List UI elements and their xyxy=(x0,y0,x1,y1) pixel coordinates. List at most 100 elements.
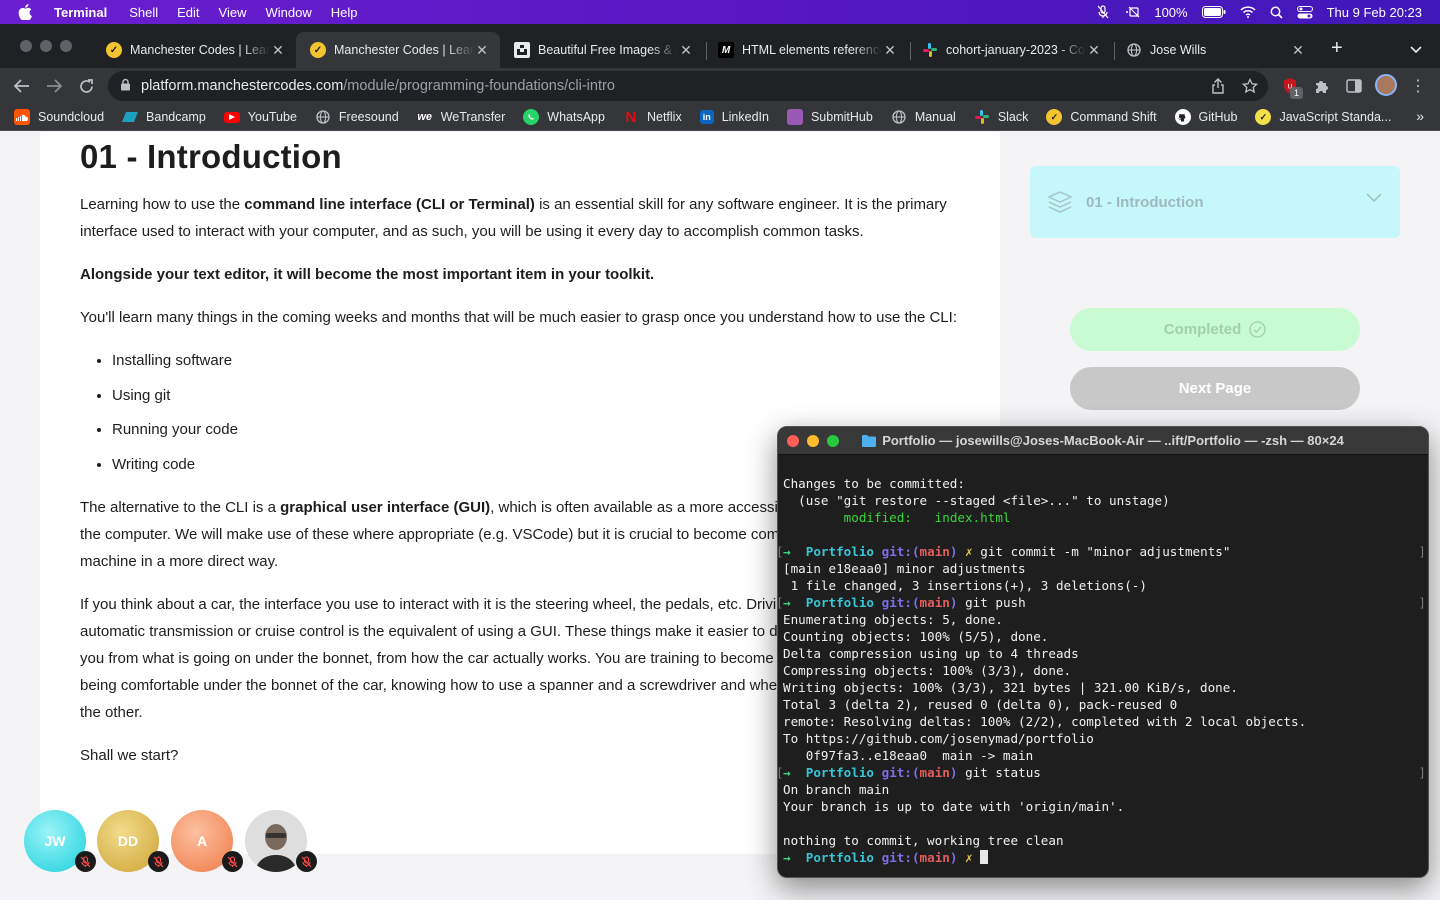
bookmark-javascript-standard[interactable]: ✓ JavaScript Standa... xyxy=(1255,109,1391,125)
terminal-text: (use "git restore --staged <file>..." to… xyxy=(783,493,1170,508)
browser-tab[interactable]: Beautiful Free Images & Pictures ✕ xyxy=(500,32,704,68)
lesson-select-dropdown[interactable]: 01 - Introduction xyxy=(1030,166,1400,238)
terminal-line: Writing objects: 100% (3/3), 321 bytes |… xyxy=(783,679,1428,696)
bookmark-manual[interactable]: Manual xyxy=(891,109,956,125)
globe-icon xyxy=(315,109,331,125)
terminal-titlebar[interactable]: Portfolio — josewills@Joses-MacBook-Air … xyxy=(778,427,1428,455)
menubar-clock[interactable]: Thu 9 Feb 20:23 xyxy=(1327,5,1422,20)
control-center-icon[interactable] xyxy=(1296,5,1313,19)
forward-arrow-icon[interactable] xyxy=(42,74,66,98)
profile-avatar[interactable] xyxy=(1375,74,1397,96)
next-page-button[interactable]: Next Page xyxy=(1070,367,1360,410)
completed-button[interactable]: Completed xyxy=(1070,308,1360,351)
bookmark-soundcloud[interactable]: Soundcloud xyxy=(14,109,104,125)
avatar-initials: A xyxy=(196,833,208,849)
participant-avatar-photo[interactable] xyxy=(245,810,317,872)
mic-muted-icon[interactable] xyxy=(296,851,317,872)
window-minimize-dot[interactable] xyxy=(40,40,52,52)
tab-close-icon[interactable]: ✕ xyxy=(270,42,286,59)
terminal-zoom-button[interactable] xyxy=(827,435,839,447)
tab-close-icon[interactable]: ✕ xyxy=(474,42,490,59)
list-item: Using git xyxy=(112,382,970,409)
menu-shell[interactable]: Shell xyxy=(129,5,158,20)
back-arrow-icon[interactable] xyxy=(10,74,34,98)
bookmark-freesound[interactable]: Freesound xyxy=(315,109,399,125)
apple-icon[interactable] xyxy=(18,4,36,20)
tab-search-chevron-icon[interactable] xyxy=(1410,41,1422,59)
menu-help[interactable]: Help xyxy=(331,5,358,20)
terminal-text: Enumerating objects: 5, done. xyxy=(783,612,1003,627)
bookmark-bandcamp[interactable]: Bandcamp xyxy=(122,109,206,125)
bookmark-star-icon[interactable] xyxy=(1240,76,1260,96)
prompt-dirty-marker: ✗ xyxy=(965,544,973,559)
mic-muted-icon[interactable] xyxy=(75,851,96,872)
browser-tab-active[interactable]: ✓ Manchester Codes | Learn ✕ xyxy=(296,32,500,68)
tab-close-icon[interactable]: ✕ xyxy=(678,42,694,59)
terminal-mark-bracket: [ xyxy=(778,764,784,781)
prompt-arrow-icon: → xyxy=(783,850,791,865)
terminal-title: Portfolio — josewills@Joses-MacBook-Air … xyxy=(882,433,1344,448)
kebab-menu-icon[interactable]: ⋮ xyxy=(1408,76,1428,96)
terminal-text: Compressing objects: 100% (3/3), done. xyxy=(783,663,1072,678)
battery-icon[interactable] xyxy=(1201,6,1226,18)
tab-close-icon[interactable]: ✕ xyxy=(882,42,898,59)
terminal-minimize-button[interactable] xyxy=(807,435,819,447)
participant-avatar-jw[interactable]: JW xyxy=(24,810,96,872)
bookmark-youtube[interactable]: YouTube xyxy=(223,110,297,124)
side-panel-icon[interactable] xyxy=(1344,76,1364,96)
paragraph-intro: Learning how to use the command line int… xyxy=(80,191,970,245)
bookmark-submithub[interactable]: SubmitHub xyxy=(786,109,873,125)
menu-window[interactable]: Window xyxy=(266,5,312,20)
browser-tab[interactable]: M HTML elements reference ✕ xyxy=(704,32,908,68)
bookmark-whatsapp[interactable]: WhatsApp xyxy=(523,109,605,125)
lock-icon[interactable] xyxy=(120,78,131,95)
extensions-puzzle-icon[interactable] xyxy=(1312,76,1332,96)
screen-record-icon[interactable] xyxy=(1124,6,1140,18)
mic-muted-icon[interactable] xyxy=(148,851,169,872)
terminal-output[interactable]: Changes to be committed: (use "git resto… xyxy=(778,455,1428,866)
address-bar[interactable]: platform.manchestercodes.com/module/prog… xyxy=(108,71,1268,101)
bookmark-github[interactable]: GitHub xyxy=(1174,109,1237,125)
terminal-window[interactable]: Portfolio — josewills@Joses-MacBook-Air … xyxy=(777,426,1429,878)
new-tab-plus-icon[interactable]: + xyxy=(1331,38,1343,58)
youtube-icon xyxy=(223,111,240,123)
terminal-close-button[interactable] xyxy=(787,435,799,447)
bookmark-label: Bandcamp xyxy=(146,110,206,124)
browser-tab[interactable]: Jose Wills ✕ xyxy=(1112,32,1316,68)
terminal-line: To https://github.com/josenymad/portfoli… xyxy=(783,730,1428,747)
bookmarks-overflow-icon[interactable]: » xyxy=(1416,108,1424,124)
mic-muted-icon[interactable] xyxy=(222,851,243,872)
bookmark-wetransfer[interactable]: we WeTransfer xyxy=(417,109,505,125)
browser-tab[interactable]: cohort-january-2023 - Cohort ✕ xyxy=(908,32,1112,68)
tab-title: Manchester Codes | Learn xyxy=(334,43,474,57)
mic-muted-icon[interactable] xyxy=(1096,5,1110,19)
url-host: platform.manchestercodes.com xyxy=(141,78,344,94)
prompt-directory: Portfolio xyxy=(805,765,875,780)
bookmark-netflix[interactable]: N Netflix xyxy=(623,109,682,126)
js-standard-icon: ✓ xyxy=(1255,109,1272,125)
terminal-text: Counting objects: 100% (5/5), done. xyxy=(783,629,1049,644)
participant-avatar-dd[interactable]: DD xyxy=(97,810,169,872)
terminal-line: → Portfolio git:(main) ✗ xyxy=(783,849,1428,866)
bookmark-command-shift[interactable]: ✓ Command Shift xyxy=(1046,109,1157,125)
menu-edit[interactable]: Edit xyxy=(177,5,199,20)
menu-app-terminal[interactable]: Terminal xyxy=(54,5,107,20)
tab-close-icon[interactable]: ✕ xyxy=(1290,42,1306,59)
share-icon[interactable] xyxy=(1208,76,1228,96)
participant-avatar-a[interactable]: A xyxy=(171,810,243,872)
slack-icon xyxy=(974,109,990,125)
bookmark-linkedin[interactable]: in LinkedIn xyxy=(699,110,769,124)
spotlight-search-icon[interactable] xyxy=(1270,6,1283,19)
bookmark-slack[interactable]: Slack xyxy=(974,109,1028,125)
tab-close-icon[interactable]: ✕ xyxy=(1086,42,1102,59)
wifi-icon[interactable] xyxy=(1240,6,1256,18)
menu-view[interactable]: View xyxy=(219,5,247,20)
reload-icon[interactable] xyxy=(74,74,98,98)
window-close-dot[interactable] xyxy=(20,40,32,52)
browser-tab[interactable]: ✓ Manchester Codes | Learn ✕ xyxy=(92,32,296,68)
layers-icon xyxy=(1048,191,1072,213)
bookmark-label: WhatsApp xyxy=(547,110,605,124)
window-zoom-dot[interactable] xyxy=(60,40,72,52)
